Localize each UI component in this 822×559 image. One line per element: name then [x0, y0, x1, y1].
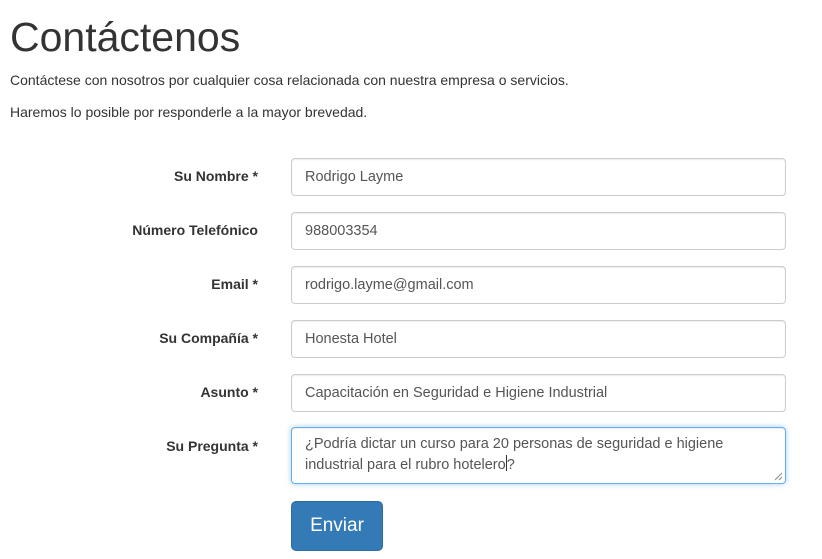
phone-label: Número Telefónico	[132, 222, 258, 238]
intro-text-secondary: Haremos lo posible por responderle a la …	[10, 104, 368, 120]
email-input[interactable]: rodrigo.layme@gmail.com	[291, 266, 786, 304]
company-input[interactable]: Honesta Hotel	[291, 320, 786, 358]
subject-label: Asunto *	[200, 384, 258, 400]
question-textarea[interactable]: ¿Podría dictar un curso para 20 personas…	[291, 427, 786, 484]
intro-text: Contáctese con nosotros por cualquier co…	[10, 72, 569, 88]
email-label: Email *	[211, 276, 258, 292]
question-label: Su Pregunta *	[166, 438, 258, 454]
page-title: Contáctenos	[10, 14, 241, 60]
name-label: Su Nombre *	[173, 168, 258, 184]
subject-input[interactable]: Capacitación en Seguridad e Higiene Indu…	[291, 374, 786, 412]
question-text-end: ?	[506, 457, 515, 473]
resize-grip-icon[interactable]	[774, 472, 783, 481]
company-label: Su Compañía *	[159, 330, 258, 346]
name-input[interactable]: Rodrigo Layme	[291, 158, 786, 196]
phone-input[interactable]: 988003354	[291, 212, 786, 250]
submit-button[interactable]: Enviar	[291, 501, 383, 551]
